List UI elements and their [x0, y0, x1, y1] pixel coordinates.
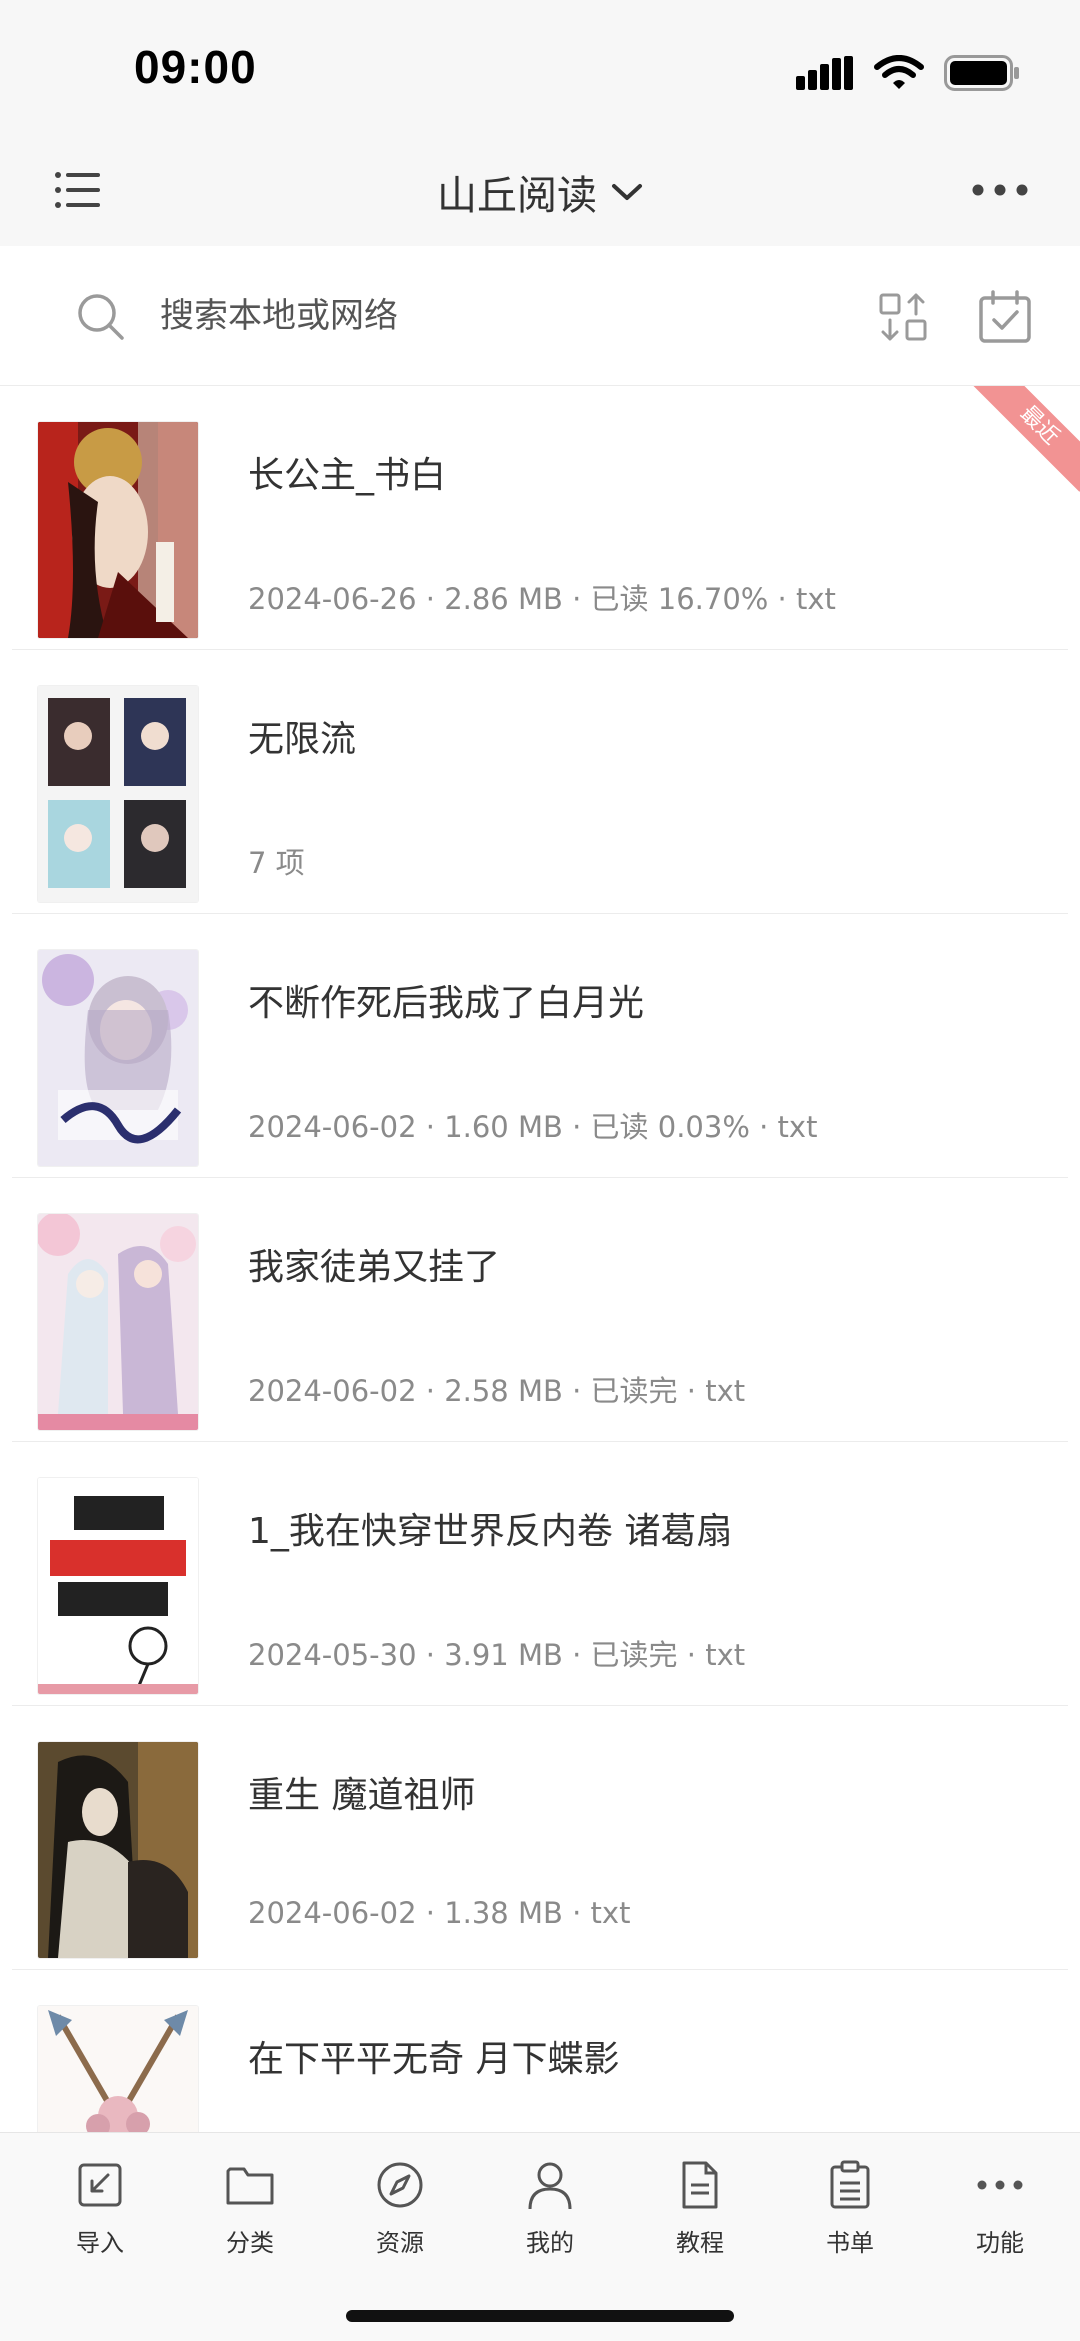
- book-title: 在下平平无奇 月下蝶影: [248, 2039, 620, 2080]
- home-indicator[interactable]: [346, 2310, 734, 2322]
- book-item[interactable]: 1_我在快穿世界反内卷 诸葛扇 2024-05-30 · 3.91 MB · 已…: [12, 1442, 1068, 1706]
- tab-label: 书单: [826, 2229, 874, 2257]
- tab-import[interactable]: 导入: [40, 2159, 160, 2269]
- book-meta: 2024-06-26 · 2.86 MB · 已读 16.70% · txt: [248, 582, 836, 616]
- book-item[interactable]: 我家徒弟又挂了 2024-06-02 · 2.58 MB · 已读完 · txt: [12, 1178, 1068, 1442]
- book-item[interactable]: 不断作死后我成了白月光 2024-06-02 · 1.60 MB · 已读 0.…: [12, 914, 1068, 1178]
- tab-label: 资源: [376, 2229, 424, 2257]
- battery-icon: [944, 55, 1019, 91]
- book-meta: 2024-06-02 · 2.58 MB · 已读完 · txt: [248, 1374, 746, 1408]
- book-title: 长公主_书白: [248, 455, 447, 496]
- user-icon: [528, 2162, 572, 2210]
- book-list: 长公主_书白 2024-06-26 · 2.86 MB · 已读 16.70% …: [0, 386, 1080, 2132]
- more-options-icon[interactable]: [970, 180, 1030, 200]
- search-icon: [78, 294, 124, 340]
- book-title: 无限流: [248, 719, 357, 760]
- more-icon: [977, 2180, 1023, 2190]
- status-bar: 09:00: [0, 0, 1080, 140]
- book-cover: [38, 1214, 198, 1430]
- book-meta: 2024-05-30 · 3.91 MB · 已读完 · txt: [248, 1638, 746, 1672]
- book-cover: [38, 950, 198, 1166]
- library-switcher[interactable]: 山丘阅读: [0, 164, 1080, 220]
- tab-booklist[interactable]: 书单: [790, 2159, 910, 2269]
- tab-label: 教程: [676, 2229, 724, 2257]
- chevron-down-icon: [612, 184, 642, 200]
- book-title: 重生 魔道祖师: [248, 1775, 476, 1816]
- app-header: 山丘阅读: [0, 140, 1080, 246]
- bookshelf-screen: 09:00 山丘阅读 搜索本地或网络 长公主_书白 2024-06-26 · 2…: [0, 0, 1080, 2341]
- select-calendar-check-icon[interactable]: [978, 290, 1032, 344]
- document-icon: [682, 2161, 718, 2209]
- sort-swap-icon[interactable]: [878, 292, 928, 342]
- recent-badge: 最近: [970, 386, 1080, 496]
- import-icon: [78, 2163, 122, 2207]
- search-bar: [0, 246, 1080, 386]
- book-item[interactable]: 在下平平无奇 月下蝶影: [12, 1970, 1068, 2132]
- book-title: 我家徒弟又挂了: [248, 1247, 501, 1288]
- book-meta: 2024-06-02 · 1.38 MB · txt: [248, 1896, 631, 1930]
- tab-functions[interactable]: 功能: [940, 2159, 1060, 2269]
- tab-tutorial[interactable]: 教程: [640, 2159, 760, 2269]
- folder-cover: [38, 686, 198, 902]
- book-cover: [38, 1478, 198, 1694]
- tab-label: 导入: [76, 2229, 124, 2257]
- tab-label: 我的: [526, 2229, 574, 2257]
- tab-resources[interactable]: 资源: [340, 2159, 460, 2269]
- book-meta: 2024-06-02 · 1.60 MB · 已读 0.03% · txt: [248, 1110, 818, 1144]
- tab-mine[interactable]: 我的: [490, 2159, 610, 2269]
- book-meta: 7 项: [248, 846, 305, 880]
- book-cover: [38, 1742, 198, 1958]
- book-title: 不断作死后我成了白月光: [248, 983, 645, 1024]
- book-cover: [38, 2006, 198, 2132]
- compass-icon: [377, 2162, 423, 2208]
- wifi-icon: [874, 55, 924, 89]
- book-item[interactable]: 重生 魔道祖师 2024-06-02 · 1.38 MB · txt: [12, 1706, 1068, 1970]
- book-title: 1_我在快穿世界反内卷 诸葛扇: [248, 1511, 733, 1552]
- status-time: 09:00: [134, 41, 257, 93]
- page-title: 山丘阅读: [437, 173, 597, 219]
- clipboard-icon: [830, 2160, 870, 2209]
- search-input[interactable]: [160, 286, 840, 346]
- folder-icon: [226, 2167, 274, 2205]
- tab-label: 分类: [226, 2229, 274, 2257]
- tab-label: 功能: [976, 2229, 1024, 2257]
- status-icons: [796, 50, 1020, 96]
- cellular-signal-icon: [796, 56, 853, 90]
- book-cover: [38, 422, 198, 638]
- recent-badge-label: 最近: [973, 386, 1080, 492]
- book-folder-item[interactable]: 无限流 7 项: [12, 650, 1068, 914]
- tab-category[interactable]: 分类: [190, 2159, 310, 2269]
- book-item[interactable]: 长公主_书白 2024-06-26 · 2.86 MB · 已读 16.70% …: [12, 386, 1080, 650]
